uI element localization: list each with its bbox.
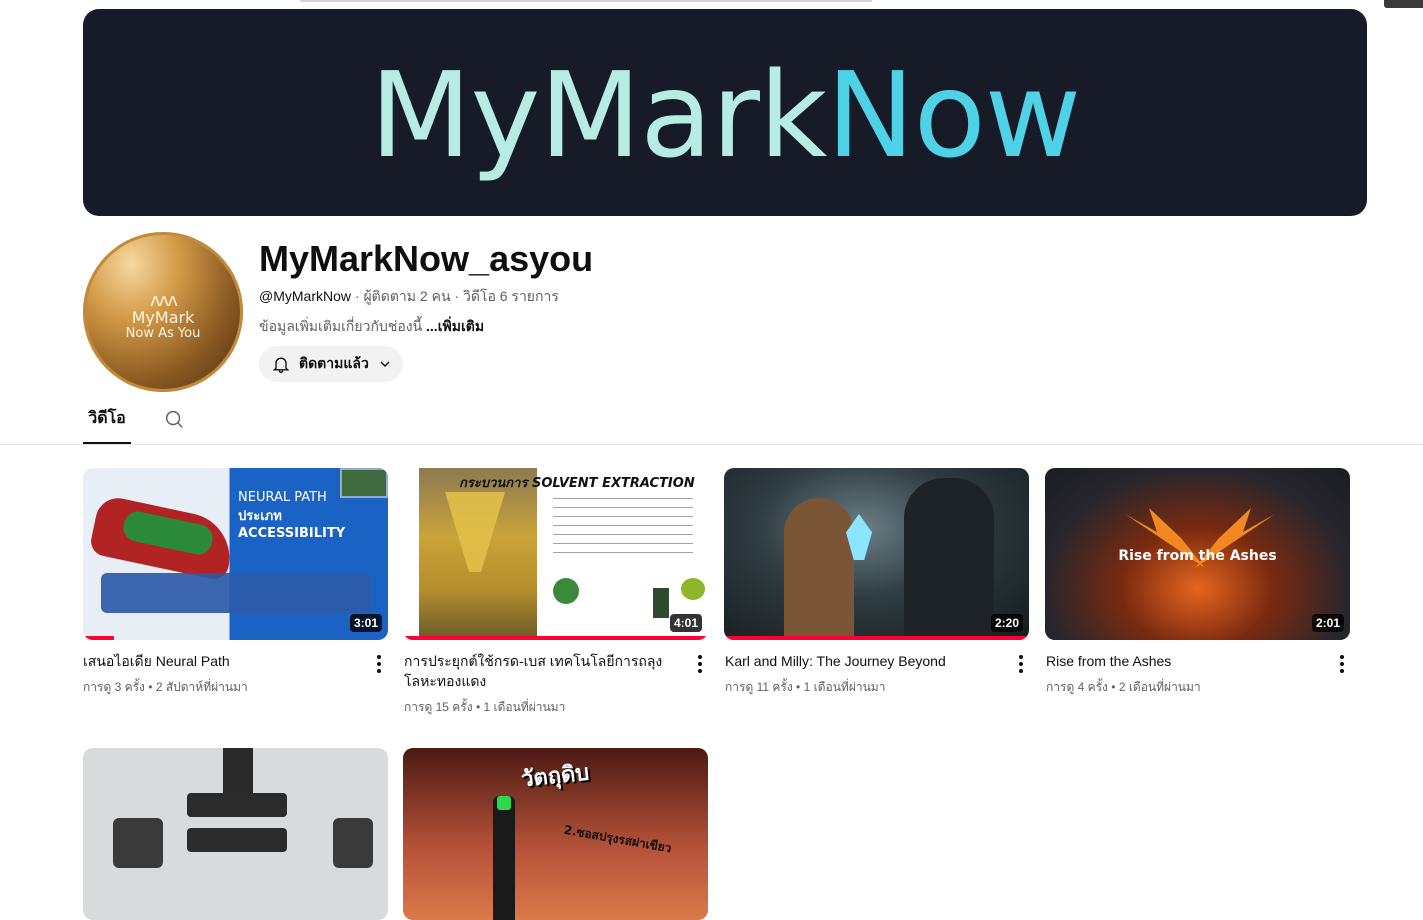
video-title[interactable]: Rise from the Ashes: [1046, 651, 1316, 671]
more-options-icon[interactable]: [1009, 652, 1033, 676]
thumb-art: [553, 578, 579, 604]
channel-meta: @MyMarkNow · ผู้ติดตาม 2 คน · วิดีโอ 6 ร…: [259, 288, 559, 304]
thumb-art: [333, 818, 373, 868]
thumb-art: [904, 478, 994, 640]
video-thumbnail[interactable]: [83, 748, 388, 920]
chevron-down-icon: [377, 356, 393, 372]
video-thumbnail[interactable]: 2:20: [724, 468, 1029, 640]
channel-name: MyMarkNow_asyou: [259, 238, 594, 279]
thumb-text-lines: [553, 498, 693, 554]
thumb-art: [784, 498, 854, 640]
corner-badge: [1384, 0, 1423, 8]
tab-videos[interactable]: วิดีโอ: [83, 400, 131, 444]
thumb-art: [113, 818, 163, 868]
watch-progress: [403, 636, 708, 640]
video-thumbnail[interactable]: กระบวนการ SOLVENT EXTRACTION 4:01: [403, 468, 708, 640]
thumb-heading: วัตถุดิบ: [519, 760, 591, 793]
thumb-heading: NEURAL PATH: [238, 490, 327, 505]
avatar-line1: MyMark: [131, 308, 195, 327]
thumb-art: [187, 828, 287, 852]
thumb-subheading: ประเภท ACCESSIBILITY: [238, 509, 346, 541]
watch-progress: [83, 636, 114, 640]
thumb-art: [493, 796, 515, 920]
video-title[interactable]: เสนอไอเดีย Neural Path: [83, 651, 353, 671]
channel-tabs: วิดีโอ: [0, 400, 1423, 445]
subscribed-label: ติดตามแล้ว: [299, 355, 369, 371]
thumb-heading: กระบวนการ SOLVENT EXTRACTION: [459, 476, 695, 491]
video-title[interactable]: การประยุกต์ใช้กรด-เบส เทคโนโลยีการถลุงโล…: [404, 651, 674, 691]
more-link[interactable]: ...เพิ่มเติม: [426, 318, 484, 334]
thumb-art: [653, 588, 669, 618]
video-count: วิดีโอ 6 รายการ: [462, 288, 559, 304]
watch-progress: [724, 636, 1029, 640]
video-meta: การดู 4 ครั้ง • 2 เดือนที่ผ่านมา: [1046, 680, 1201, 694]
video-thumbnail[interactable]: วัตถุดิบ 2.ซอสปรุงรสฝาเขียว: [403, 748, 708, 920]
video-title[interactable]: Karl and Milly: The Journey Beyond: [725, 651, 995, 671]
duration-badge: 2:20: [990, 614, 1023, 632]
thumb-heading: Rise from the Ashes: [1118, 548, 1277, 564]
duration-badge: 4:01: [669, 614, 702, 632]
video-meta: การดู 3 ครั้ง • 2 สัปดาห์ที่ผ่านมา: [83, 680, 248, 694]
description-text: ข้อมูลเพิ่มเติมเกี่ยวกับช่องนี้: [259, 318, 423, 334]
video-meta: การดู 15 ครั้ง • 1 เดือนที่ผ่านมา: [404, 700, 566, 714]
bell-icon: [271, 354, 291, 374]
avatar-line2: Now As You: [125, 326, 201, 341]
thumb-art: [497, 796, 511, 810]
more-options-icon[interactable]: [367, 652, 391, 676]
thumb-panel: [101, 573, 371, 613]
channel-handle: @MyMarkNow: [259, 288, 351, 304]
duration-badge: 3:01: [349, 614, 382, 632]
banner-logo-text: MyMarkNow: [369, 45, 1082, 184]
more-options-icon[interactable]: [688, 652, 712, 676]
channel-description[interactable]: ข้อมูลเพิ่มเติมเกี่ยวกับช่องนี้ ...เพิ่ม…: [259, 317, 484, 335]
channel-avatar[interactable]: ᴧᴧᴧ MyMark Now As You: [83, 232, 243, 392]
search-icon[interactable]: [163, 408, 187, 432]
more-options-icon[interactable]: [1330, 652, 1354, 676]
thumb-subheading: 2.ซอสปรุงรสฝาเขียว: [562, 822, 673, 856]
video-thumbnail[interactable]: NEURAL PATH ประเภท ACCESSIBILITY 3:01: [83, 468, 388, 640]
thumb-art: [681, 578, 705, 600]
search-bar-edge: [300, 0, 872, 2]
thumb-art: [187, 793, 287, 817]
duration-badge: 2:01: [1311, 614, 1344, 632]
channel-banner: MyMarkNow: [83, 9, 1367, 216]
subscribed-button[interactable]: ติดตามแล้ว: [259, 346, 403, 382]
subscriber-count: ผู้ติดตาม 2 คน: [363, 288, 451, 304]
presenter-cam: [340, 468, 388, 498]
video-meta: การดู 11 ครั้ง • 1 เดือนที่ผ่านมา: [725, 680, 886, 694]
video-thumbnail[interactable]: Rise from the Ashes 2:01: [1045, 468, 1350, 640]
